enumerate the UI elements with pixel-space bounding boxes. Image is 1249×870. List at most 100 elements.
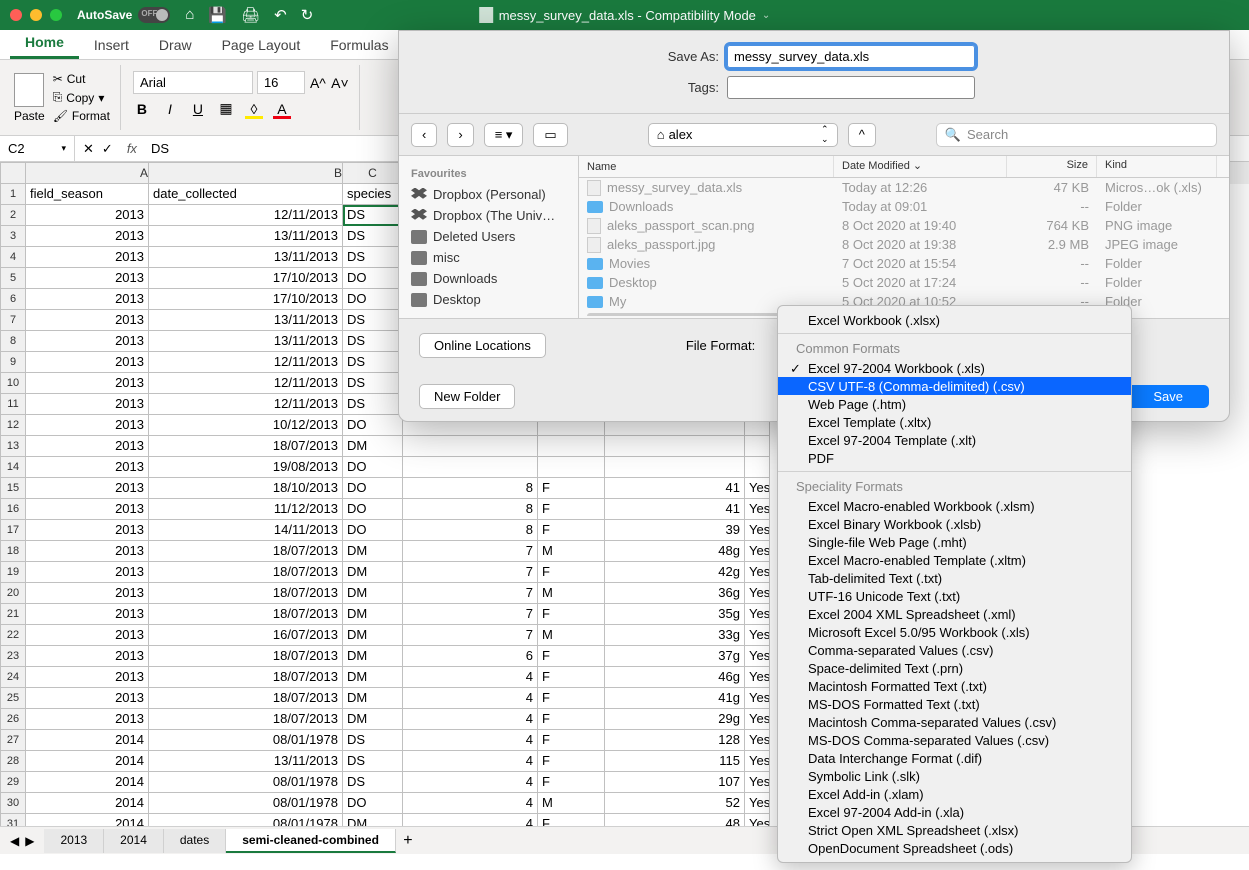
cell[interactable]: 2014 bbox=[26, 814, 149, 826]
cell[interactable]: DM bbox=[343, 541, 403, 562]
sidebar-item[interactable]: Deleted Users bbox=[399, 226, 578, 247]
row-header[interactable]: 18 bbox=[0, 541, 26, 562]
row-header[interactable]: 30 bbox=[0, 793, 26, 814]
save-icon[interactable]: 💾 bbox=[208, 6, 227, 24]
sheet-tab[interactable]: semi-cleaned-combined bbox=[226, 829, 396, 853]
border-button[interactable]: ▦ bbox=[217, 100, 235, 117]
row-header[interactable]: 10 bbox=[0, 373, 26, 394]
redo-icon[interactable]: ↻ bbox=[301, 6, 314, 24]
cell[interactable]: 48g bbox=[605, 541, 745, 562]
row-header[interactable]: 7 bbox=[0, 310, 26, 331]
cell[interactable]: Yes bbox=[745, 814, 770, 826]
file-row[interactable]: messy_survey_data.xls Today at 12:2647 K… bbox=[579, 178, 1229, 197]
format-option[interactable]: Excel Add-in (.xlam) bbox=[778, 785, 1131, 803]
row-header[interactable]: 8 bbox=[0, 331, 26, 352]
column-header[interactable]: B bbox=[149, 162, 343, 184]
cell[interactable]: DO bbox=[343, 289, 403, 310]
cell[interactable]: 7 bbox=[403, 625, 538, 646]
row-header[interactable]: 2 bbox=[0, 205, 26, 226]
format-option[interactable]: Strict Open XML Spreadsheet (.xlsx) bbox=[778, 821, 1131, 839]
row-header[interactable]: 28 bbox=[0, 751, 26, 772]
cell[interactable]: 2013 bbox=[26, 373, 149, 394]
cell[interactable]: 18/07/2013 bbox=[149, 604, 343, 625]
cell[interactable] bbox=[538, 457, 605, 478]
row-header[interactable]: 25 bbox=[0, 688, 26, 709]
ribbon-tab-formulas[interactable]: Formulas bbox=[315, 31, 403, 59]
cell[interactable]: 4 bbox=[403, 772, 538, 793]
cell[interactable]: Yes bbox=[745, 688, 770, 709]
cancel-formula-icon[interactable]: ✕ bbox=[83, 141, 94, 157]
cell[interactable] bbox=[538, 436, 605, 457]
column-header[interactable]: C bbox=[343, 162, 403, 184]
cell[interactable]: F bbox=[538, 688, 605, 709]
format-option[interactable]: Data Interchange Format (.dif) bbox=[778, 749, 1131, 767]
cell[interactable]: 6 bbox=[403, 646, 538, 667]
format-option[interactable]: Excel 97-2004 Workbook (.xls) bbox=[778, 359, 1131, 377]
row-header[interactable]: 5 bbox=[0, 268, 26, 289]
row-header[interactable]: 12 bbox=[0, 415, 26, 436]
format-option[interactable]: Excel 97-2004 Add-in (.xla) bbox=[778, 803, 1131, 821]
cell[interactable]: Yes bbox=[745, 520, 770, 541]
cell[interactable]: 4 bbox=[403, 688, 538, 709]
maximize-window-button[interactable] bbox=[50, 9, 62, 21]
cell[interactable]: M bbox=[538, 625, 605, 646]
format-option[interactable]: Excel Template (.xltx) bbox=[778, 413, 1131, 431]
sheet-tab[interactable]: 2014 bbox=[104, 829, 164, 853]
cell[interactable]: DO bbox=[343, 520, 403, 541]
row-header[interactable]: 31 bbox=[0, 814, 26, 826]
new-folder-button[interactable]: New Folder bbox=[419, 384, 515, 409]
cell[interactable]: 18/07/2013 bbox=[149, 583, 343, 604]
cell[interactable]: M bbox=[538, 541, 605, 562]
cell[interactable]: Yes bbox=[745, 667, 770, 688]
cell[interactable]: 12/11/2013 bbox=[149, 205, 343, 226]
format-option[interactable]: Microsoft Excel 5.0/95 Workbook (.xls) bbox=[778, 623, 1131, 641]
cell[interactable]: 10/12/2013 bbox=[149, 415, 343, 436]
format-option[interactable]: Macintosh Formatted Text (.txt) bbox=[778, 677, 1131, 695]
cell[interactable]: species bbox=[343, 184, 403, 205]
cell[interactable] bbox=[403, 457, 538, 478]
close-window-button[interactable] bbox=[10, 9, 22, 21]
italic-button[interactable]: I bbox=[161, 101, 179, 117]
fx-icon[interactable]: fx bbox=[121, 141, 143, 156]
cell[interactable]: 7 bbox=[403, 541, 538, 562]
cell[interactable]: 14/11/2013 bbox=[149, 520, 343, 541]
cell[interactable]: F bbox=[538, 730, 605, 751]
cell[interactable]: 2013 bbox=[26, 457, 149, 478]
cell[interactable]: 12/11/2013 bbox=[149, 394, 343, 415]
row-header[interactable]: 22 bbox=[0, 625, 26, 646]
col-name-header[interactable]: Name bbox=[579, 156, 834, 177]
cell[interactable]: Yes bbox=[745, 499, 770, 520]
cell[interactable]: 18/07/2013 bbox=[149, 541, 343, 562]
cell[interactable]: DS bbox=[343, 352, 403, 373]
cell[interactable]: 41g bbox=[605, 688, 745, 709]
cell[interactable]: 11/12/2013 bbox=[149, 499, 343, 520]
cell[interactable]: Yes bbox=[745, 583, 770, 604]
copy-button[interactable]: ⎘ Copy ▾ bbox=[53, 90, 110, 105]
format-option[interactable]: Excel Macro-enabled Workbook (.xlsm) bbox=[778, 497, 1131, 515]
cell[interactable]: 2013 bbox=[26, 625, 149, 646]
cell[interactable]: 2013 bbox=[26, 247, 149, 268]
cell[interactable]: DS bbox=[343, 331, 403, 352]
cell[interactable]: F bbox=[538, 667, 605, 688]
chevron-down-icon[interactable]: ⌄ bbox=[762, 10, 770, 21]
cell[interactable]: DO bbox=[343, 478, 403, 499]
cell[interactable]: 18/10/2013 bbox=[149, 478, 343, 499]
cell[interactable]: Yes bbox=[745, 478, 770, 499]
cell[interactable]: DM bbox=[343, 625, 403, 646]
row-header[interactable]: 17 bbox=[0, 520, 26, 541]
cell[interactable]: DO bbox=[343, 415, 403, 436]
row-header[interactable]: 3 bbox=[0, 226, 26, 247]
cell[interactable]: 33g bbox=[605, 625, 745, 646]
cell[interactable]: 2013 bbox=[26, 688, 149, 709]
cell[interactable]: 08/01/1978 bbox=[149, 814, 343, 826]
cell[interactable]: 2013 bbox=[26, 331, 149, 352]
cell[interactable] bbox=[745, 457, 770, 478]
format-option[interactable]: Web Page (.htm) bbox=[778, 395, 1131, 413]
cell[interactable]: 2013 bbox=[26, 310, 149, 331]
format-option[interactable]: MS-DOS Formatted Text (.txt) bbox=[778, 695, 1131, 713]
format-option[interactable]: MS-DOS Comma-separated Values (.csv) bbox=[778, 731, 1131, 749]
row-header[interactable]: 13 bbox=[0, 436, 26, 457]
cell[interactable]: 4 bbox=[403, 667, 538, 688]
cell[interactable]: 17/10/2013 bbox=[149, 268, 343, 289]
sheet-tab[interactable]: dates bbox=[164, 829, 226, 853]
